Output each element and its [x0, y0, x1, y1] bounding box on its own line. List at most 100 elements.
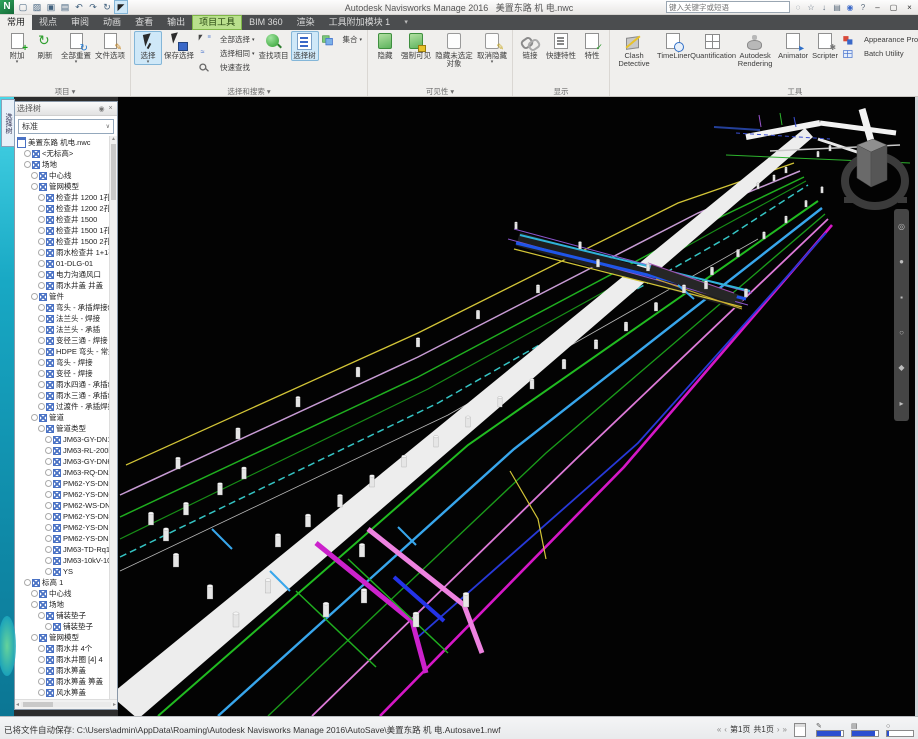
tree-node[interactable]: 管网模型: [15, 181, 109, 192]
ribbon-button-快速查找[interactable]: 快速查找: [196, 61, 257, 74]
ribbon-button-文件选项[interactable]: 文件选项: [93, 31, 127, 61]
viewport-3d[interactable]: ◎ ● ▪ ○ ◆ ▸: [118, 97, 918, 716]
tab-审阅[interactable]: 审阅: [64, 15, 96, 30]
group-label-选择和搜索[interactable]: 选择和搜索 ▾: [133, 86, 365, 96]
ribbon-button-取消隐藏[interactable]: 取消隐藏▾: [475, 31, 509, 65]
tree-node[interactable]: 雨水四通 - 承插组: [15, 379, 109, 390]
scroll-left-icon[interactable]: ◂: [16, 701, 19, 708]
ribbon-button-TimeLiner[interactable]: TimeLiner: [655, 31, 692, 61]
tree-node[interactable]: 中心线: [15, 170, 109, 181]
next-page-icon[interactable]: ›: [777, 725, 780, 734]
tree-node[interactable]: JM63-GY-DN150: [15, 434, 109, 445]
navigation-bar[interactable]: ◎ ● ▪ ○ ◆ ▸: [894, 209, 909, 421]
tab-查看[interactable]: 查看: [128, 15, 160, 30]
look-icon[interactable]: ◆: [898, 363, 904, 372]
tree-node[interactable]: 铺装垫子: [15, 621, 109, 632]
tree-node[interactable]: JM63-RL-200kV: [15, 445, 109, 456]
star-icon[interactable]: ☆: [806, 3, 816, 12]
refresh-icon[interactable]: ↻: [101, 1, 113, 13]
group-label-可见性[interactable]: 可见性 ▾: [370, 86, 510, 96]
tree-node[interactable]: 变径三通 - 焊接: [15, 335, 109, 346]
tree-node[interactable]: 检查井 1500: [15, 214, 109, 225]
tree-node[interactable]: 管道类型: [15, 423, 109, 434]
ribbon-button-查找项目[interactable]: 查找项目: [257, 31, 291, 61]
application-menu-button[interactable]: N: [0, 0, 14, 14]
tree-mode-dropdown[interactable]: 标准 ∨: [18, 119, 114, 134]
tree-node[interactable]: 检查井 1200 2孔: [15, 203, 109, 214]
tab-常用[interactable]: 常用: [0, 15, 32, 30]
tab-输出[interactable]: 输出: [160, 15, 192, 30]
ribbon-button-隐藏[interactable]: 隐藏: [371, 31, 399, 61]
tree-node[interactable]: 风水箅盖: [15, 687, 109, 698]
tree-node[interactable]: 弯头 - 焊接: [15, 357, 109, 368]
scrollbar-thumb[interactable]: [111, 144, 116, 200]
tree-node[interactable]: PM62-YS-DN1000: [15, 522, 109, 533]
close-icon[interactable]: ×: [106, 105, 115, 112]
tree-node[interactable]: 铺装垫子: [15, 610, 109, 621]
zoom-icon[interactable]: ▪: [900, 293, 903, 302]
orbit-icon[interactable]: ○: [899, 328, 904, 337]
ribbon-button-Scripter[interactable]: Scripter: [810, 31, 840, 61]
tree-node[interactable]: 电力沟通风口: [15, 269, 109, 280]
ribbon-button-保存选择[interactable]: 保存选择: [162, 31, 196, 61]
tab-动画[interactable]: 动画: [96, 15, 128, 30]
close-button[interactable]: ×: [903, 3, 916, 12]
tree-node[interactable]: 场地: [15, 159, 109, 170]
tree-node[interactable]: 雨水井圈 [4] 4: [15, 654, 109, 665]
pin-icon[interactable]: ◉: [97, 105, 106, 113]
tab-BIM 360[interactable]: BIM 360: [242, 15, 290, 30]
sheet-browser-icon[interactable]: [794, 723, 806, 737]
tab-视点[interactable]: 视点: [32, 15, 64, 30]
tree-node[interactable]: 管道: [15, 412, 109, 423]
tree-node[interactable]: 雨水井 4个: [15, 643, 109, 654]
steering-wheel-icon[interactable]: ◎: [898, 222, 905, 231]
download-icon[interactable]: ↓: [819, 3, 829, 12]
ribbon-button-Batch Utility[interactable]: Batch Utility: [840, 47, 918, 60]
viewport-3d-scene[interactable]: [118, 97, 915, 716]
tree-node[interactable]: 管件: [15, 291, 109, 302]
ribbon-button-Autodesk Rendering[interactable]: Autodesk Rendering: [734, 31, 776, 70]
help-icon[interactable]: ?: [858, 3, 868, 12]
tree-node[interactable]: 美置东路 机电.nwc: [15, 137, 109, 148]
ribbon-button-集合[interactable]: 集合▾: [319, 33, 365, 46]
tree-node[interactable]: 雨水检查井 1+1孔: [15, 247, 109, 258]
tree-node[interactable]: 雨水三通 - 承插组: [15, 390, 109, 401]
selection-tree-side-tab[interactable]: 选择树: [1, 99, 15, 147]
prev-page-icon[interactable]: ‹: [724, 725, 727, 734]
tree-node[interactable]: HDPE 弯头 - 常规: [15, 346, 109, 357]
tree-node[interactable]: 雨水箅盖: [15, 665, 109, 676]
tree-node[interactable]: PM62-YS-DN800: [15, 511, 109, 522]
minimize-button[interactable]: –: [871, 3, 884, 12]
scroll-up-icon[interactable]: ▲: [111, 136, 116, 142]
tree-node[interactable]: 中心线: [15, 588, 109, 599]
tree-node[interactable]: 标高 1: [15, 577, 109, 588]
tab-工具附加模块 1[interactable]: 工具附加模块 1: [322, 15, 398, 30]
ribbon-button-Animator[interactable]: Animator: [776, 31, 810, 61]
tree-node[interactable]: PM62-YS-DN500: [15, 478, 109, 489]
ribbon-button-强制可见[interactable]: 强制可见: [399, 31, 433, 61]
undo-icon[interactable]: ↶: [73, 1, 85, 13]
tree-node[interactable]: JM63-10kV-10k: [15, 555, 109, 566]
scrollbar-thumb[interactable]: [23, 702, 53, 707]
sign-in-icon[interactable]: ◉: [845, 3, 855, 12]
pan-hand-icon[interactable]: ●: [899, 257, 904, 266]
select-icon[interactable]: ◤: [115, 1, 127, 13]
ribbon-button-选择树[interactable]: 选择树: [291, 31, 319, 61]
tab-项目工具[interactable]: 项目工具: [192, 15, 242, 30]
tree-node[interactable]: JM63-RQ-DN200: [15, 467, 109, 478]
tree-node[interactable]: 变径 - 焊接: [15, 368, 109, 379]
screen-icon[interactable]: ▤: [832, 3, 842, 12]
last-page-icon[interactable]: »: [783, 725, 787, 734]
walk-icon[interactable]: ▸: [899, 399, 903, 408]
ribbon-button-Appearance Profiler[interactable]: Appearance Profiler: [840, 33, 918, 46]
new-icon[interactable]: ▢: [17, 1, 29, 13]
first-page-icon[interactable]: «: [717, 725, 721, 734]
tree-node[interactable]: YS: [15, 566, 109, 577]
ribbon-button-刷新[interactable]: 刷新: [31, 31, 59, 61]
ribbon-button-选择相同[interactable]: 选择相同▾: [196, 47, 257, 60]
ribbon-button-链接[interactable]: 链接: [516, 31, 544, 61]
save-icon[interactable]: ▣: [45, 1, 57, 13]
search-icon[interactable]: ◌: [793, 3, 803, 12]
ribbon-options-icon[interactable]: ▾: [397, 15, 415, 30]
ribbon-button-全部重置[interactable]: 全部重置▾: [59, 31, 93, 65]
